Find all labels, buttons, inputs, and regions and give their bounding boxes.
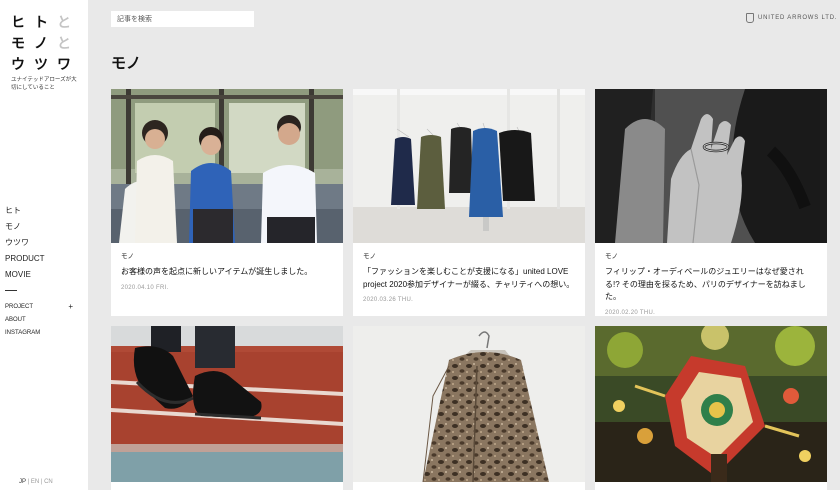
nav-item-product[interactable]: PRODUCT [5, 251, 45, 267]
people-on-sofa-photo [111, 89, 343, 243]
lang-en[interactable]: EN [31, 479, 39, 485]
page-title: モノ [111, 55, 142, 72]
nav-item-about[interactable]: ABOUT [5, 314, 73, 327]
article-image [595, 326, 827, 482]
sub-nav: PROJECT + ABOUT INSTAGRAM [5, 301, 73, 340]
lang-separator: | [40, 479, 43, 485]
article-image [353, 326, 585, 482]
leopard-jacket-photo [353, 326, 585, 482]
article-image [111, 89, 343, 243]
article-category: モノ [363, 253, 376, 260]
brand-logo[interactable]: UNITED ARROWS LTD. [746, 13, 837, 23]
main-nav: ヒト モノ ウツワ PRODUCT MOVIE [5, 203, 45, 283]
nav-item-hito[interactable]: ヒト [5, 203, 45, 219]
lang-jp[interactable]: JP [19, 479, 26, 485]
nav-item-utsuwa[interactable]: ウツワ [5, 235, 45, 251]
lang-separator: | [27, 479, 30, 485]
article-card[interactable] [111, 326, 343, 490]
article-card[interactable] [353, 326, 585, 490]
logo-row: ウツワ [11, 56, 80, 72]
search-input[interactable] [111, 11, 254, 27]
article-card[interactable] [595, 326, 827, 490]
article-title: 「ファッションを楽しむことが支援になる」united LOVE project … [363, 267, 575, 289]
hand-with-ring-photo [595, 89, 827, 243]
article-body: モノ フィリップ・オーディベールのジュエリーはなぜ愛される!? その理由を探るた… [595, 243, 827, 316]
article-date: 2020.04.10 FRI. [121, 284, 169, 291]
festival-float-photo [595, 326, 827, 482]
lang-cn[interactable]: CN [44, 479, 53, 485]
article-card[interactable]: モノ お客様の声を起点に新しいアイテムが誕生しました。 2020.04.10 F… [111, 89, 343, 316]
sidebar: ヒトと モノと ウツワ ユナイテッドアローズが大切にしていること ヒト モノ ウ… [0, 0, 88, 490]
article-date: 2020.03.26 THU. [363, 297, 414, 303]
nav-item-mono[interactable]: モノ [5, 219, 45, 235]
brand-name: UNITED ARROWS LTD. [758, 15, 838, 21]
article-card[interactable]: モノ 「ファッションを楽しむことが支援になる」united LOVE proje… [353, 89, 585, 316]
nav-item-movie[interactable]: MOVIE [5, 267, 45, 283]
shoes-on-track-photo [111, 326, 343, 482]
article-body: モノ お客様の声を起点に新しいアイテムが誕生しました。 2020.04.10 F… [111, 243, 343, 291]
article-date: 2020.02.20 THU. [605, 309, 656, 316]
logo-row: モノと [11, 35, 80, 51]
logo-row: ヒトと [11, 14, 80, 30]
article-title: お客様の声を起点に新しいアイテムが誕生しました。 [121, 267, 313, 276]
article-category: モノ [121, 253, 134, 260]
article-image [595, 89, 827, 243]
article-body: モノ 「ファッションを楽しむことが支援になる」united LOVE proje… [353, 243, 585, 303]
article-image [111, 326, 343, 482]
brand-icon [746, 13, 754, 23]
nav-item-project[interactable]: PROJECT + [5, 301, 73, 314]
dresses-on-hangers-photo [353, 89, 585, 243]
article-category: モノ [605, 253, 618, 260]
site-tagline: ユナイテッドアローズが大切にしていること [11, 77, 77, 91]
plus-icon[interactable]: + [68, 301, 73, 313]
article-card[interactable]: モノ フィリップ・オーディベールのジュエリーはなぜ愛される!? その理由を探るた… [595, 89, 827, 316]
article-title: フィリップ・オーディベールのジュエリーはなぜ愛される!? その理由を探るため、パ… [605, 267, 806, 301]
nav-divider [5, 290, 17, 291]
nav-item-instagram[interactable]: INSTAGRAM [5, 327, 73, 340]
site-logo[interactable]: ヒトと モノと ウツワ [11, 12, 80, 75]
language-switcher: JP | EN | CN [19, 479, 53, 485]
article-image [353, 89, 585, 243]
